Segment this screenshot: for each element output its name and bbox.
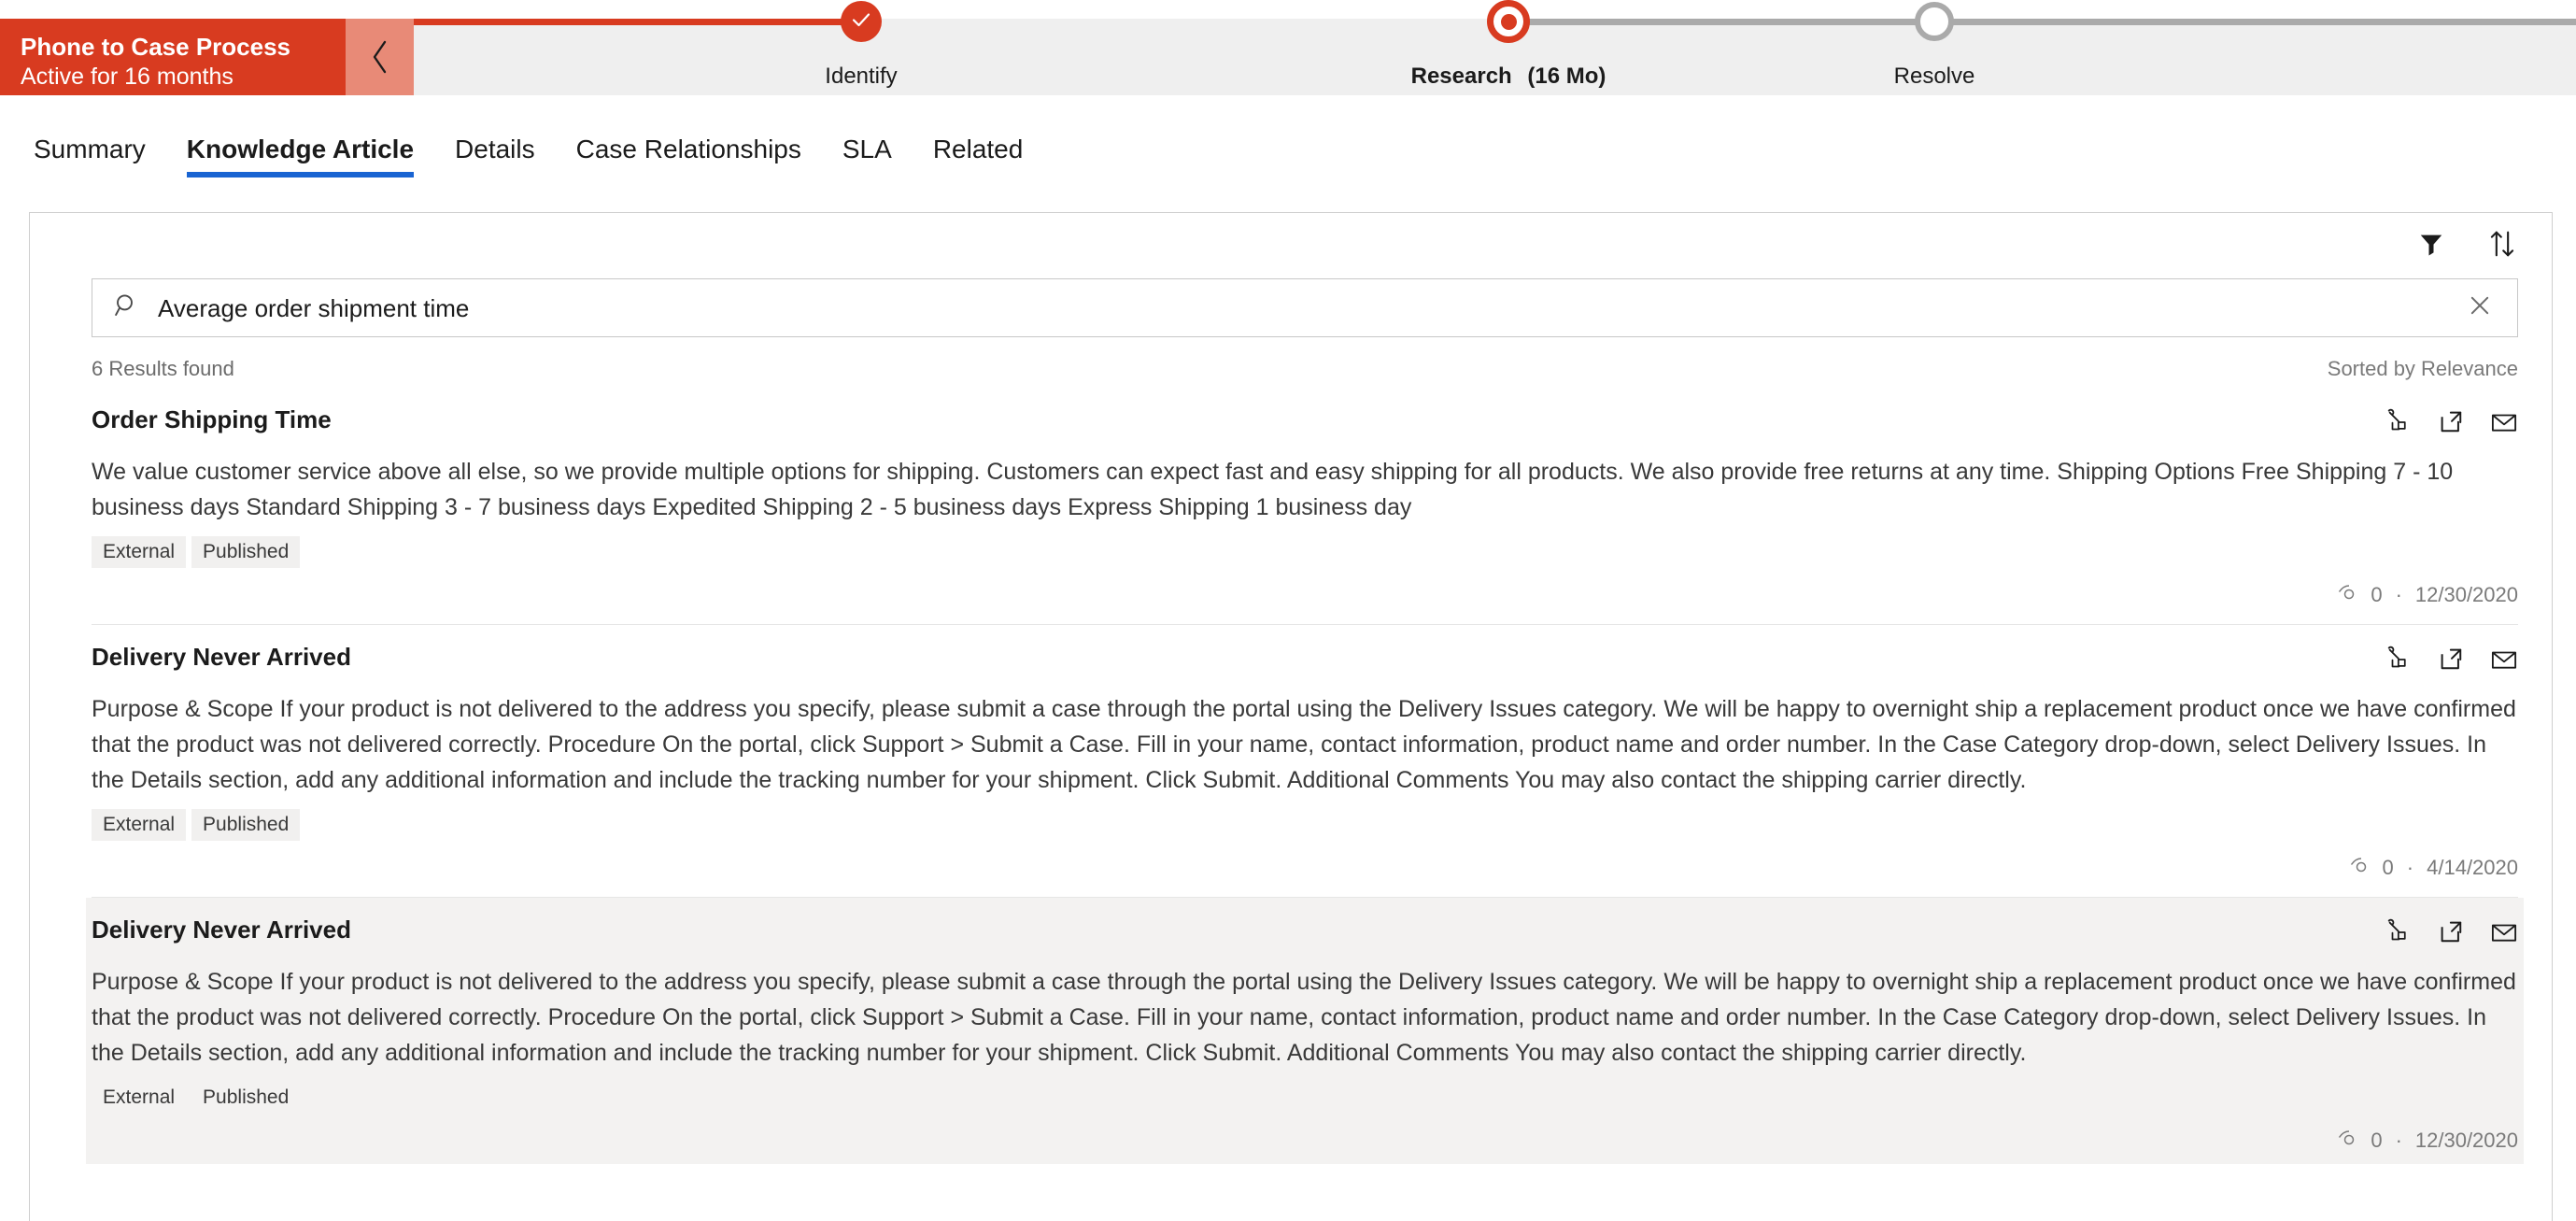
open-in-new-window-icon[interactable] <box>2438 408 2466 441</box>
bpf-node-identify[interactable] <box>841 1 882 42</box>
views-count: 0 <box>2382 856 2394 879</box>
separator-dot: · <box>2406 856 2414 879</box>
knowledge-search-box[interactable]: Average order shipment time <box>92 278 2518 337</box>
article-badges: External Published <box>92 1082 2518 1114</box>
sort-icon[interactable] <box>2488 229 2516 263</box>
tab-label: Details <box>455 135 535 163</box>
email-article-icon[interactable] <box>2490 408 2518 441</box>
article-footer: 0 · 12/30/2020 <box>92 568 2518 618</box>
knowledge-article-panel: Average order shipment time 6 Results fo… <box>29 212 2553 1221</box>
bpf-stage-label-text: Research <box>1410 64 1512 89</box>
panel-toolbar <box>30 213 2552 278</box>
bpf-stage-label-text: Identify <box>825 64 898 89</box>
close-icon[interactable] <box>2457 292 2502 323</box>
bpf-label-research[interactable]: Research (16 Mo) <box>1411 64 1606 90</box>
views-icon <box>2337 583 2361 607</box>
tab-knowledge-article[interactable]: Knowledge Article <box>186 135 415 177</box>
tab-summary[interactable]: Summary <box>34 135 146 177</box>
views-icon <box>2337 1129 2361 1153</box>
tab-label: Related <box>932 135 1024 163</box>
separator-dot: · <box>2395 583 2402 606</box>
tab-bar: Summary Knowledge Article Details Case R… <box>0 112 2576 212</box>
tab-case-relationships[interactable]: Case Relationships <box>576 135 801 177</box>
knowledge-results-list: Order Shipping Time We value customer se… <box>30 388 2552 1164</box>
knowledge-result-card[interactable]: Order Shipping Time We value customer se… <box>92 388 2518 625</box>
open-in-new-window-icon[interactable] <box>2438 918 2466 951</box>
views-count: 0 <box>2371 583 2383 606</box>
bpf-progress-line-completed <box>414 19 861 25</box>
bpf-progress-line-remaining <box>1508 19 2576 25</box>
email-article-icon[interactable] <box>2490 918 2518 951</box>
views-icon <box>2349 856 2373 880</box>
process-title: Phone to Case Process <box>21 32 290 61</box>
article-date: 12/30/2020 <box>2414 1129 2518 1152</box>
article-actions <box>2385 405 2518 441</box>
article-title[interactable]: Order Shipping Time <box>92 405 332 434</box>
bpf-track: Identify Research (16 Mo) Resolve <box>414 0 2576 95</box>
link-article-icon[interactable] <box>2385 918 2413 951</box>
article-footer: 0 · 4/14/2020 <box>92 841 2518 891</box>
knowledge-result-card[interactable]: Delivery Never Arrived Purpose & Scope I… <box>92 625 2518 898</box>
tab-label: Knowledge Article <box>186 135 415 163</box>
search-icon <box>113 291 141 324</box>
business-process-flow-bar: Identify Research (16 Mo) Resolve Phone … <box>0 0 2576 112</box>
bpf-stage-duration: (16 Mo) <box>1527 64 1606 89</box>
process-active-duration: Active for 16 months <box>21 63 234 90</box>
article-date: 4/14/2020 <box>2427 856 2518 879</box>
result-header: Order Shipping Time <box>92 405 2518 441</box>
article-snippet: Purpose & Scope If your product is not d… <box>92 969 2516 1066</box>
chevron-left-icon <box>368 38 392 76</box>
article-actions <box>2385 915 2518 951</box>
article-title[interactable]: Delivery Never Arrived <box>92 642 351 672</box>
badge-published: Published <box>203 1086 290 1108</box>
bpf-stage-label-text: Resolve <box>1893 64 1975 89</box>
result-header: Delivery Never Arrived <box>92 642 2518 678</box>
bpf-collapse-button[interactable] <box>346 19 414 95</box>
link-article-icon[interactable] <box>2385 408 2413 441</box>
tab-label: Case Relationships <box>575 135 801 163</box>
tab-sla[interactable]: SLA <box>842 135 892 177</box>
email-article-icon[interactable] <box>2490 646 2518 678</box>
bpf-label-identify[interactable]: Identify <box>825 64 897 90</box>
badge-published: Published <box>191 536 301 568</box>
results-count: 6 Results found <box>92 357 234 380</box>
bpf-node-resolve[interactable] <box>1915 2 1954 41</box>
results-meta-row: 6 Results found Sorted by Relevance <box>30 337 2552 388</box>
bpf-current-stage-header[interactable]: Phone to Case Process Active for 16 mont… <box>0 19 414 95</box>
bpf-label-resolve[interactable]: Resolve <box>1894 64 1975 90</box>
tab-related[interactable]: Related <box>933 135 1024 177</box>
knowledge-result-card[interactable]: Delivery Never Arrived Purpose & Scope I… <box>86 898 2524 1164</box>
result-header: Delivery Never Arrived <box>92 915 2518 951</box>
article-footer: 0 · 12/30/2020 <box>92 1114 2518 1164</box>
article-snippet: Purpose & Scope If your product is not d… <box>92 696 2516 793</box>
badge-published: Published <box>191 809 301 841</box>
tab-details[interactable]: Details <box>455 135 535 177</box>
badge-external: External <box>103 1086 176 1108</box>
article-title[interactable]: Delivery Never Arrived <box>92 915 351 944</box>
article-actions <box>2385 642 2518 678</box>
tab-label: SLA <box>842 135 892 163</box>
article-snippet: We value customer service above all else… <box>92 459 2454 520</box>
badge-external: External <box>92 536 187 568</box>
tab-label: Summary <box>34 135 146 163</box>
search-input[interactable]: Average order shipment time <box>158 294 2457 322</box>
sort-order-label[interactable]: Sorted by Relevance <box>2328 357 2518 381</box>
badge-external: External <box>92 809 187 841</box>
bpf-node-research[interactable] <box>1487 0 1530 43</box>
bpf-stage-header-text: Phone to Case Process Active for 16 mont… <box>0 19 346 95</box>
article-date: 12/30/2020 <box>2414 583 2518 606</box>
article-badges: External Published <box>92 536 2518 568</box>
views-count: 0 <box>2371 1129 2383 1152</box>
check-icon <box>850 8 872 35</box>
separator-dot: · <box>2395 1129 2402 1152</box>
link-article-icon[interactable] <box>2385 646 2413 678</box>
filter-icon[interactable] <box>2417 230 2445 263</box>
open-in-new-window-icon[interactable] <box>2438 646 2466 678</box>
article-badges: External Published <box>92 809 2518 841</box>
